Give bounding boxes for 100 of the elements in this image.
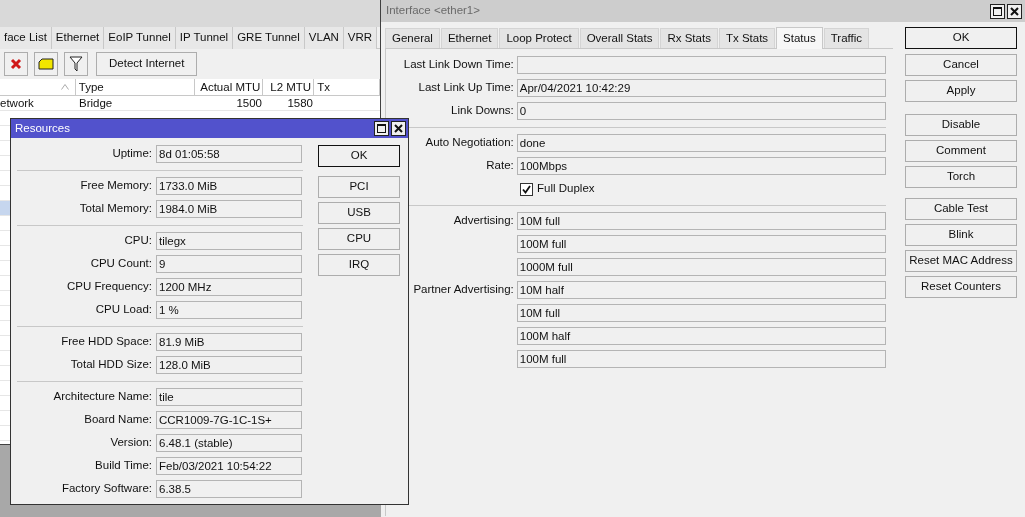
- field-label: Architecture Name:: [53, 390, 152, 403]
- button[interactable]: Disable: [905, 114, 1017, 136]
- text-field[interactable]: 81.9 MiB: [156, 333, 302, 351]
- text-field[interactable]: 100M full: [516, 350, 886, 368]
- note-icon: [38, 58, 54, 70]
- field-label: CPU Load:: [95, 303, 152, 316]
- table-cell: etwork: [0, 97, 34, 109]
- text-field[interactable]: 10M full: [516, 212, 886, 230]
- table-cell: 1580: [287, 97, 313, 109]
- text-field[interactable]: 0: [516, 102, 886, 120]
- text-field[interactable]: 8d 01:05:58: [156, 145, 302, 163]
- text-field[interactable]: 1984.0 MiB: [156, 200, 302, 218]
- field-label: Uptime:: [112, 147, 152, 160]
- text-field[interactable]: 1 %: [156, 301, 302, 319]
- maximize-button[interactable]: [374, 121, 389, 136]
- tab[interactable]: Ethernet: [51, 27, 105, 49]
- text-field[interactable]: CCR1009-7G-1C-1S+: [156, 411, 302, 429]
- filter-button[interactable]: [64, 52, 88, 76]
- maximize-icon: [377, 124, 386, 133]
- maximize-icon: [993, 6, 1002, 16]
- button[interactable]: Cable Test: [905, 198, 1017, 220]
- field-label: Partner Advertising:: [413, 283, 514, 296]
- field-label: Board Name:: [84, 413, 152, 426]
- tab[interactable]: Tx Stats: [718, 28, 776, 48]
- table-cell: Bridge: [79, 97, 113, 109]
- field-label: Rate:: [486, 159, 514, 172]
- text-field[interactable]: 100M full: [516, 235, 886, 253]
- column-header[interactable]: L2 MTU: [263, 79, 315, 95]
- tab[interactable]: face List: [0, 27, 52, 49]
- field-label: Total HDD Size:: [70, 358, 152, 371]
- field-label: Last Link Up Time:: [418, 81, 514, 94]
- field-label: Free Memory:: [80, 179, 152, 192]
- text-field[interactable]: Apr/04/2021 10:42:29: [516, 79, 886, 97]
- tab[interactable]: VLAN: [304, 27, 344, 49]
- tab[interactable]: Overall Stats: [579, 28, 660, 48]
- text-field[interactable]: 1733.0 MiB: [156, 177, 302, 195]
- button[interactable]: Torch: [905, 166, 1017, 188]
- text-field[interactable]: 6.48.1 (stable): [156, 434, 302, 452]
- button[interactable]: PCI: [318, 176, 400, 198]
- window-title: Interface <ether1>: [386, 3, 480, 19]
- button[interactable]: CPU: [318, 228, 400, 250]
- close-button[interactable]: [1007, 3, 1022, 19]
- button[interactable]: USB: [318, 202, 400, 224]
- remove-button[interactable]: [4, 52, 28, 76]
- button[interactable]: Blink: [905, 224, 1017, 246]
- detect-internet-button[interactable]: Detect Internet: [96, 52, 198, 76]
- column-header[interactable]: Type: [75, 79, 195, 95]
- text-field[interactable]: 6.38.5: [156, 480, 302, 498]
- check-icon: [522, 184, 531, 194]
- tab[interactable]: VRR: [343, 27, 378, 49]
- text-field[interactable]: 1000M full: [516, 258, 886, 276]
- tab[interactable]: GRE Tunnel: [233, 27, 305, 49]
- filter-icon: [69, 56, 83, 72]
- close-icon: [394, 124, 403, 133]
- text-field[interactable]: Feb/03/2021 10:54:22: [156, 457, 302, 475]
- tab[interactable]: EoIP Tunnel: [104, 27, 176, 49]
- tab[interactable]: Status: [776, 27, 823, 49]
- column-header[interactable]: Tx: [314, 79, 380, 95]
- text-field[interactable]: 10M half: [516, 281, 886, 299]
- text-field[interactable]: done: [516, 134, 886, 152]
- button[interactable]: Comment: [905, 140, 1017, 162]
- text-field[interactable]: tilegx: [156, 232, 302, 250]
- tab[interactable]: General: [385, 28, 440, 48]
- table-cell: 1500: [236, 97, 262, 109]
- maximize-button[interactable]: [990, 3, 1005, 19]
- tab[interactable]: IP Tunnel: [175, 27, 234, 49]
- tab[interactable]: Rx Stats: [660, 28, 718, 48]
- button[interactable]: Apply: [905, 80, 1017, 102]
- tab[interactable]: Loop Protect: [499, 28, 579, 48]
- window-title: Resources: [15, 120, 70, 136]
- column-header[interactable]: Actual MTU: [194, 79, 264, 95]
- button[interactable]: OK: [318, 145, 400, 167]
- checkbox[interactable]: [520, 182, 533, 196]
- field-label: CPU:: [124, 234, 152, 247]
- field-label: CPU Frequency:: [67, 280, 152, 293]
- text-field[interactable]: 9: [156, 255, 302, 273]
- field-label: Auto Negotiation:: [425, 136, 514, 149]
- close-icon: [1010, 6, 1019, 16]
- button[interactable]: Cancel: [905, 54, 1017, 76]
- text-field[interactable]: tile: [156, 388, 302, 406]
- button[interactable]: IRQ: [318, 254, 400, 276]
- text-field[interactable]: 10M full: [516, 304, 886, 322]
- button[interactable]: Reset Counters: [905, 276, 1017, 298]
- tab[interactable]: Traffic: [823, 28, 870, 48]
- field-label: Total Memory:: [79, 202, 152, 215]
- field-label: Last Link Down Time:: [403, 58, 514, 71]
- close-button[interactable]: [391, 121, 406, 136]
- text-field[interactable]: 100M half: [516, 327, 886, 345]
- comment-button[interactable]: [34, 52, 58, 76]
- text-field[interactable]: [516, 56, 886, 74]
- tab[interactable]: Ethernet: [440, 28, 499, 48]
- text-field[interactable]: 128.0 MiB: [156, 356, 302, 374]
- text-field[interactable]: 100Mbps: [516, 157, 886, 175]
- field-label: Build Time:: [95, 459, 152, 472]
- field-label: CPU Count:: [90, 257, 152, 270]
- text-field[interactable]: 1200 MHz: [156, 278, 302, 296]
- button[interactable]: OK: [905, 27, 1017, 49]
- field-label: Factory Software:: [61, 482, 152, 495]
- button[interactable]: Reset MAC Address: [905, 250, 1017, 272]
- sort-icon: [60, 84, 69, 90]
